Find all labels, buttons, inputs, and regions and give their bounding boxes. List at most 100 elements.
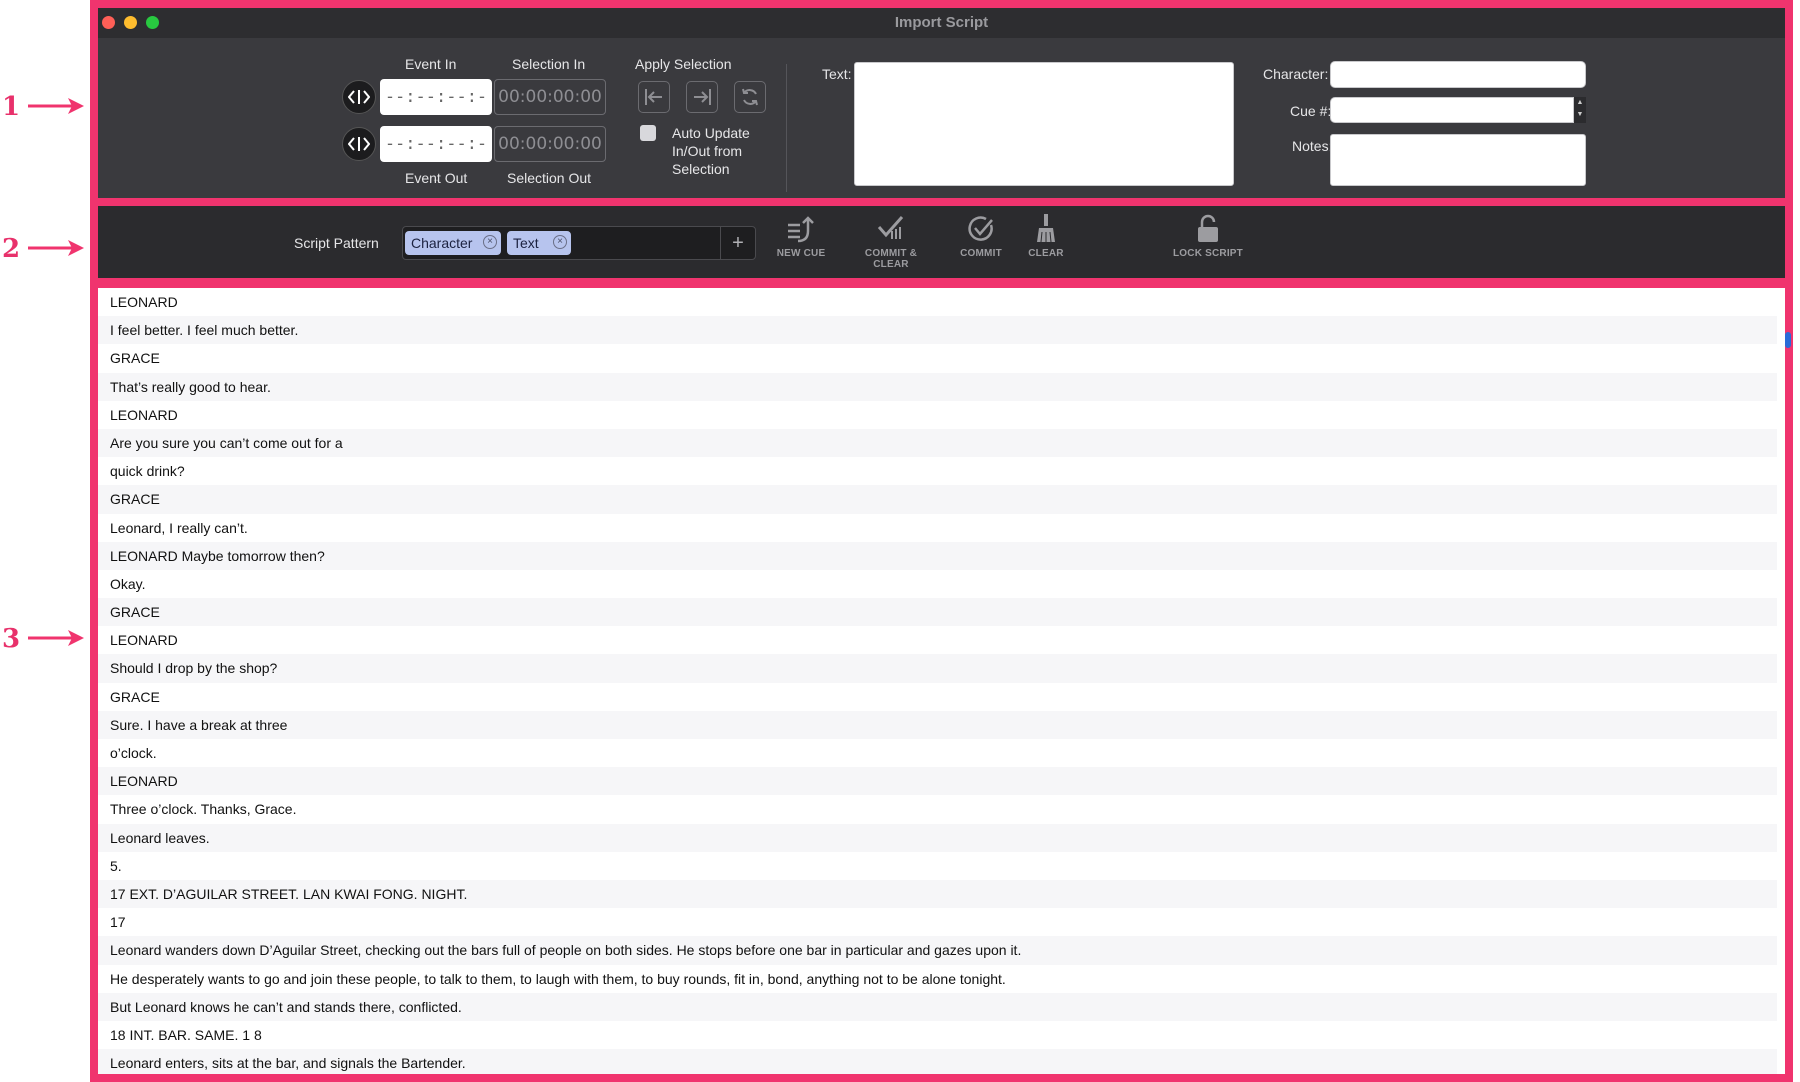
script-line[interactable]: He desperately wants to go and join thes… — [98, 965, 1777, 993]
zoom-window-button[interactable] — [146, 16, 159, 29]
arrow-icon — [28, 240, 84, 256]
script-line[interactable]: LEONARD Maybe tomorrow then? — [98, 541, 1777, 570]
clear-button[interactable]: CLEAR — [1026, 214, 1066, 259]
script-line[interactable]: GRACE — [98, 683, 1777, 711]
selection-in-label: Selection In — [512, 56, 586, 72]
apply-selection-label: Apply Selection — [635, 56, 732, 72]
text-field[interactable] — [854, 62, 1234, 186]
commit-clear-button[interactable]: COMMIT & CLEAR — [846, 214, 936, 270]
unlock-icon — [1198, 214, 1218, 242]
script-pattern-label: Script Pattern — [294, 235, 379, 251]
selection-out-field[interactable]: 00:00:00:00 — [494, 126, 606, 162]
script-line[interactable]: 18 INT. BAR. SAME. 1 8 — [98, 1021, 1777, 1049]
lock-script-label: LOCK SCRIPT — [1173, 248, 1243, 259]
script-line[interactable]: Leonard leaves. — [98, 823, 1777, 852]
script-line-list[interactable]: LEONARD I feel better. I feel much better… — [98, 288, 1777, 1074]
script-line[interactable]: Are you sure you can’t come out for a — [98, 428, 1777, 458]
event-in-field[interactable]: --:--:--:-- — [380, 79, 492, 143]
annotation-1: 1 — [0, 88, 90, 128]
script-line[interactable]: LEONARD — [98, 288, 1777, 316]
capture-icon — [347, 90, 371, 104]
cue-label: Cue #: — [1290, 103, 1332, 119]
script-line[interactable]: Should I drop by the shop? — [98, 654, 1777, 683]
window-title: Import Script — [894, 14, 989, 31]
remove-token-icon[interactable]: × — [553, 235, 567, 249]
new-cue-button[interactable]: NEW CUE — [756, 214, 846, 259]
notes-label: Notes: — [1292, 138, 1333, 154]
new-cue-icon — [788, 216, 814, 243]
apply-selection-both-button[interactable] — [734, 81, 766, 113]
cue-number-field[interactable] — [1330, 97, 1574, 123]
script-line[interactable]: Leonard enters, sits at the bar, and sig… — [98, 1049, 1777, 1074]
script-line[interactable]: 17 EXT. D’AGUILAR STREET. LAN KWAI FONG.… — [98, 879, 1777, 909]
script-line[interactable]: That’s really good to hear. — [98, 372, 1777, 401]
add-pattern-button[interactable]: + — [720, 227, 755, 259]
refresh-icon — [742, 88, 758, 106]
selection-out-label: Selection Out — [507, 170, 592, 186]
script-line[interactable]: LEONARD — [98, 626, 1777, 654]
cue-edit-panel: Import Script Event In --:--:--:-- --:--… — [90, 0, 1793, 206]
script-line[interactable]: But Leonard knows he can’t and stands th… — [98, 992, 1777, 1021]
pattern-token-text[interactable]: Text × — [507, 231, 571, 255]
notes-field[interactable] — [1330, 134, 1586, 186]
cue-stepper[interactable]: ▲ ▼ — [1574, 97, 1586, 123]
annotation-3: 3 — [0, 620, 90, 660]
lock-script-button[interactable]: LOCK SCRIPT — [1158, 214, 1258, 259]
event-out-field[interactable]: --:--:--:-- — [380, 126, 492, 190]
arrow-icon — [28, 630, 84, 646]
script-line[interactable]: Leonard, I really can’t. — [98, 514, 1777, 542]
capture-icon — [347, 137, 371, 151]
commit-label: COMMIT — [960, 248, 1002, 259]
remove-token-icon[interactable]: × — [483, 235, 497, 249]
pattern-token-character[interactable]: Character × — [405, 231, 501, 255]
selection-in-field[interactable]: 00:00:00:00 — [494, 79, 606, 115]
character-label: Character: — [1263, 66, 1329, 82]
script-line[interactable]: LEONARD — [98, 767, 1777, 796]
script-line[interactable]: I feel better. I feel much better. — [98, 316, 1777, 345]
divider — [786, 64, 787, 192]
annotation-number: 1 — [2, 92, 21, 122]
close-window-button[interactable] — [102, 16, 115, 29]
annotation-number: 2 — [2, 234, 21, 264]
clear-label: CLEAR — [1028, 248, 1064, 259]
script-line[interactable]: Okay. — [98, 570, 1777, 598]
apply-selection-out-button[interactable] — [686, 81, 718, 113]
script-line[interactable]: 5. — [98, 852, 1777, 880]
arrow-icon — [28, 98, 84, 114]
event-in-label: Event In — [405, 56, 457, 72]
title-bar: Import Script — [98, 8, 1785, 38]
scrollbar-thumb[interactable] — [1785, 332, 1791, 348]
annotation-number: 3 — [2, 624, 21, 654]
script-line[interactable]: GRACE — [98, 344, 1777, 372]
script-line[interactable]: o’clock. — [98, 739, 1777, 767]
commit-button[interactable]: COMMIT — [936, 214, 1026, 259]
script-line[interactable]: LEONARD — [98, 401, 1777, 429]
auto-update-checkbox[interactable] — [640, 125, 656, 141]
broom-icon — [1037, 214, 1055, 243]
apply-selection-in-button[interactable] — [638, 81, 670, 113]
script-pattern-field[interactable]: Character × Text × + — [402, 226, 756, 260]
apply-in-icon — [645, 89, 662, 105]
commit-clear-icon — [877, 216, 904, 239]
event-out-label: Event Out — [405, 170, 468, 186]
script-line[interactable]: quick drink? — [98, 457, 1777, 485]
script-line[interactable]: GRACE — [98, 485, 1777, 514]
character-field[interactable] — [1330, 61, 1586, 88]
script-line[interactable]: GRACE — [98, 598, 1777, 627]
script-line[interactable]: Leonard wanders down D’Aguilar Street, c… — [98, 936, 1777, 965]
script-line[interactable]: Sure. I have a break at three — [98, 710, 1777, 739]
minimize-window-button[interactable] — [124, 16, 137, 29]
commit-clear-label: COMMIT & CLEAR — [864, 248, 918, 270]
apply-out-icon — [694, 89, 711, 105]
script-line[interactable]: 17 — [98, 908, 1777, 936]
capture-event-out-button[interactable] — [342, 127, 376, 161]
new-cue-label: NEW CUE — [776, 248, 826, 259]
script-line[interactable]: Three o’clock. Thanks, Grace. — [98, 795, 1777, 823]
annotation-2: 2 — [0, 230, 90, 270]
capture-event-in-button[interactable] — [342, 80, 376, 114]
token-label: Character — [411, 235, 473, 251]
token-label: Text — [513, 235, 539, 251]
script-panel: LEONARD I feel better. I feel much better… — [90, 280, 1793, 1082]
toolbar-panel: Script Pattern Character × Text × + NEW … — [90, 206, 1793, 286]
auto-update-label: Auto Update In/Out from Selection — [672, 125, 750, 177]
